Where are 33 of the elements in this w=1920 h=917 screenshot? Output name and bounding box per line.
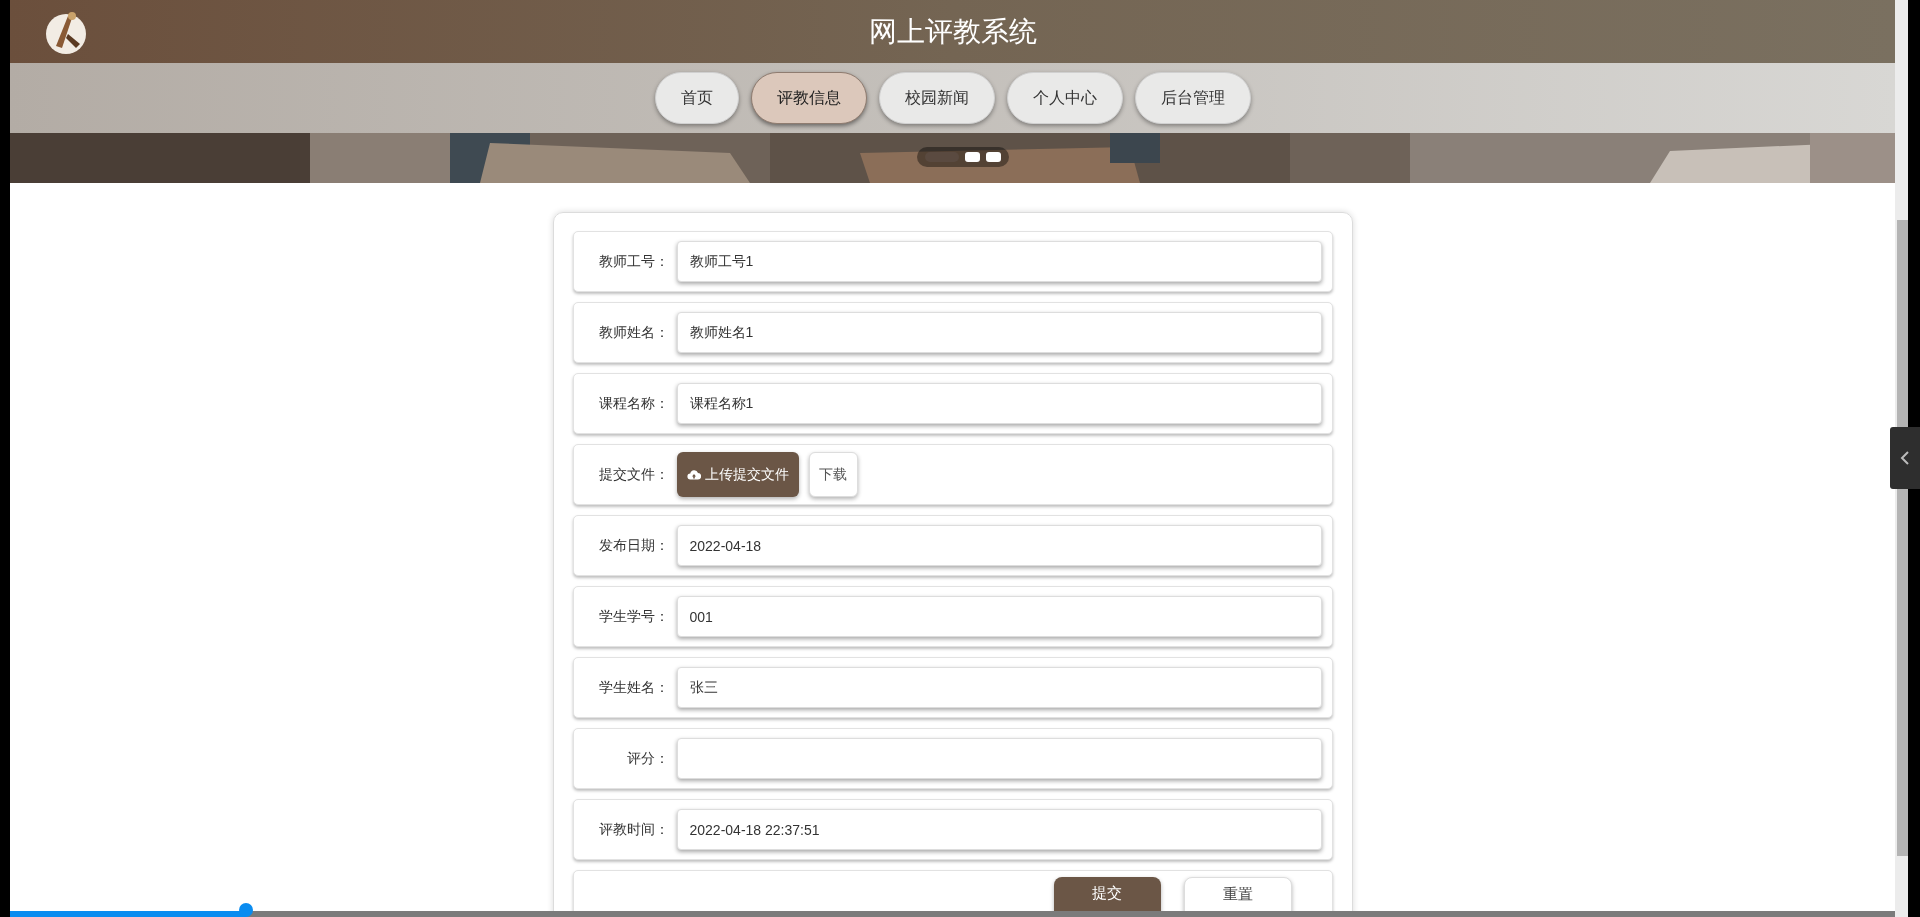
field-label: 提交文件： [597, 465, 670, 484]
field-label: 发布日期： [597, 536, 670, 555]
field-label: 学生姓名： [597, 678, 670, 697]
input-field[interactable]: 课程名称1 [676, 383, 1322, 424]
input-field[interactable]: 2022-04-18 22:37:51 [676, 809, 1322, 850]
cloud-upload-icon [686, 469, 701, 480]
field-label: 评教时间： [597, 820, 670, 839]
input-field[interactable]: 张三 [676, 667, 1322, 708]
field-label: 学生学号： [597, 607, 670, 626]
nav-tab[interactable]: 校园新闻 [878, 72, 995, 124]
submit-button[interactable]: 提交 [1053, 877, 1161, 911]
input-field[interactable]: 001 [676, 596, 1322, 637]
input-field[interactable]: 2022-04-18 [676, 525, 1322, 566]
download-button[interactable]: 下载 [808, 452, 858, 497]
nav-tab[interactable]: 后台管理 [1134, 72, 1251, 124]
field-label: 课程名称： [597, 394, 670, 413]
field-label: 教师姓名： [597, 323, 670, 342]
upload-button[interactable]: 上传提交文件 [676, 452, 799, 497]
nav-tab[interactable]: 个人中心 [1006, 72, 1123, 124]
input-field[interactable]: 教师姓名1 [676, 312, 1322, 353]
site-title: 网上评教系统 [868, 14, 1037, 49]
field-label: 评分： [625, 749, 670, 768]
scrollbar[interactable] [1897, 220, 1908, 856]
chevron-left-icon [1900, 450, 1910, 466]
reset-button[interactable]: 重置 [1183, 877, 1292, 911]
progress-track[interactable] [10, 911, 1895, 917]
side-panel-toggle[interactable] [1890, 427, 1920, 489]
nav-tab[interactable]: 首页 [654, 72, 739, 124]
slider-thumb[interactable] [238, 903, 253, 917]
input-field[interactable]: 教师工号1 [676, 241, 1322, 282]
field-label: 教师工号： [597, 252, 670, 271]
nav-tab[interactable]: 评教信息 [750, 72, 867, 124]
input-field[interactable] [676, 738, 1322, 779]
